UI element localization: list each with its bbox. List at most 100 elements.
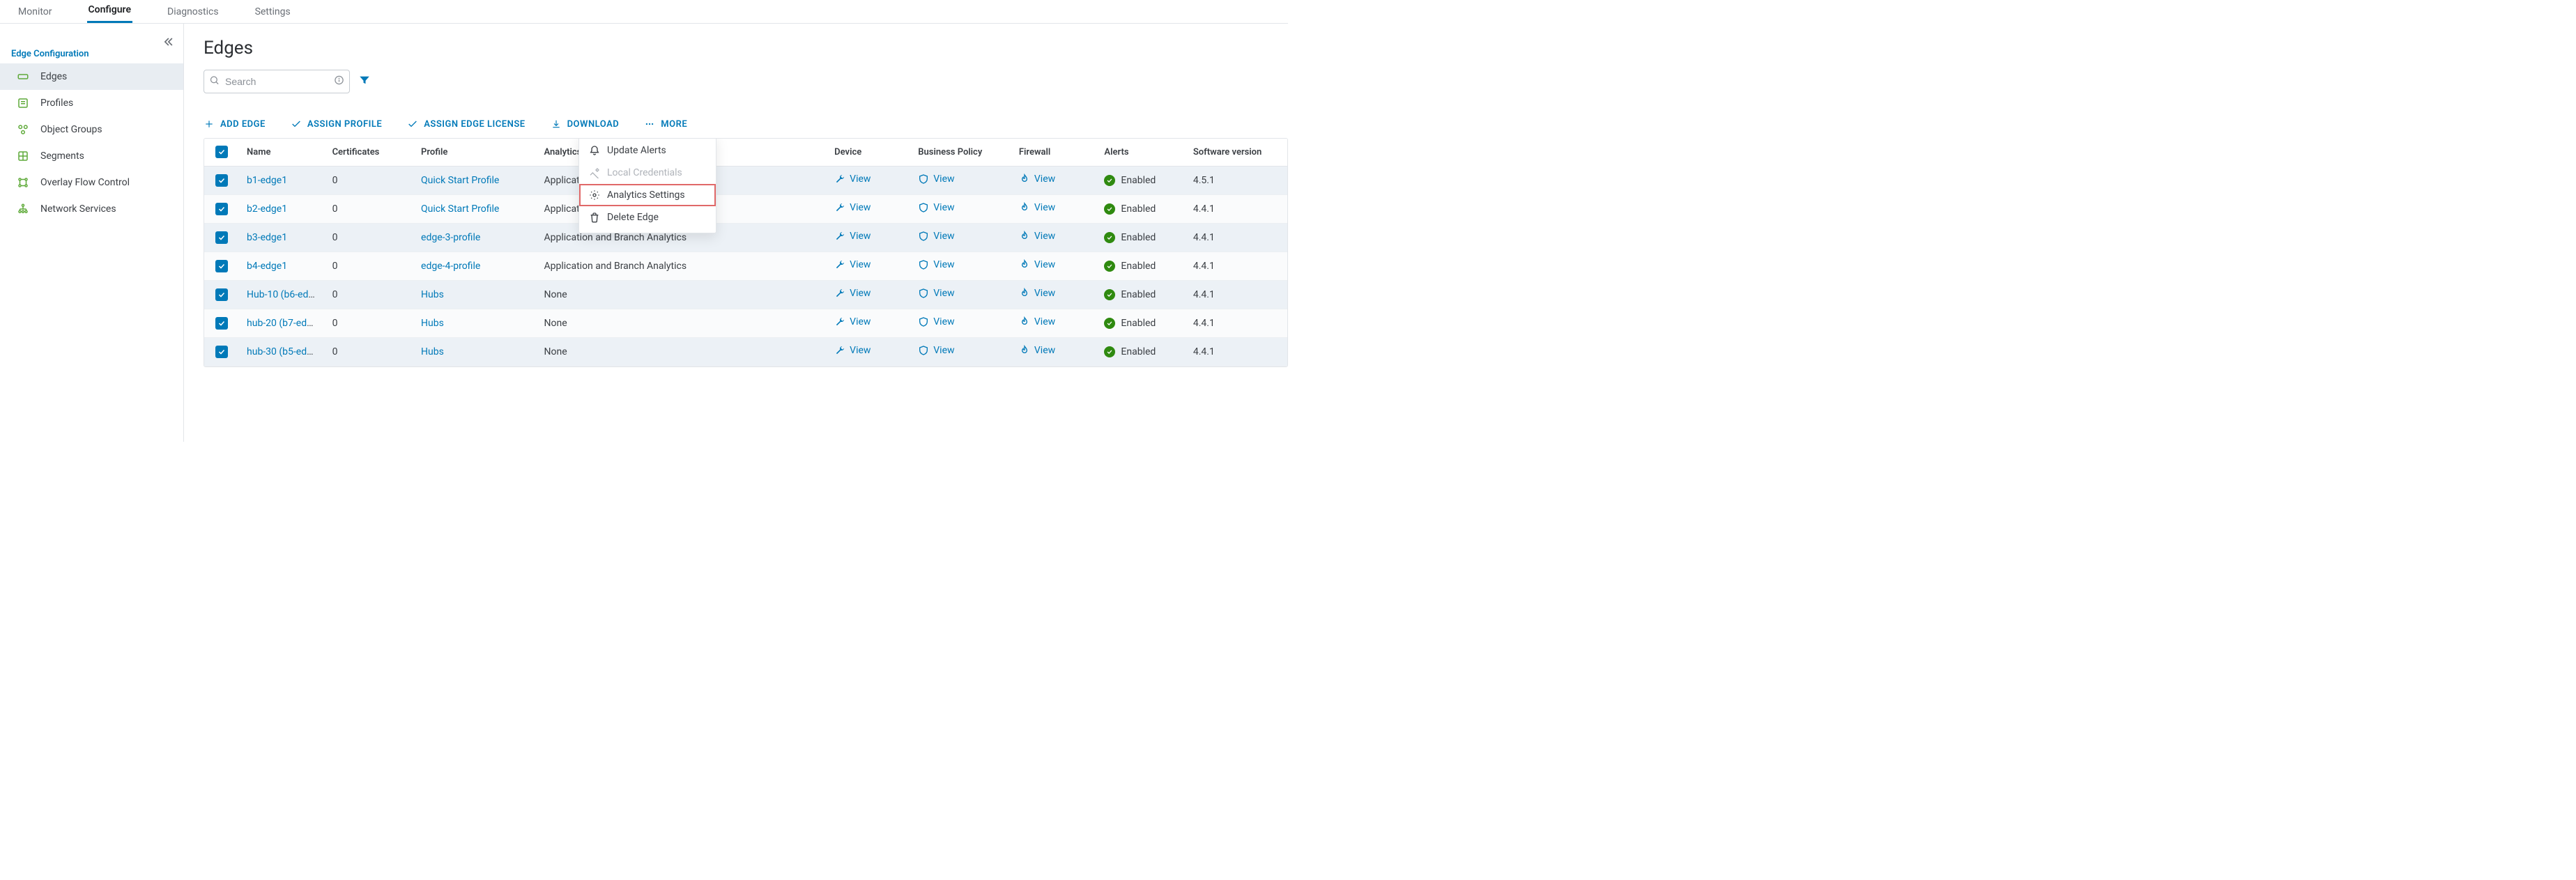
alerts-value: Enabled (1121, 232, 1156, 243)
sidebar-item-label: Profiles (40, 98, 73, 109)
sidebar-item-object-groups[interactable]: Object Groups (0, 116, 183, 143)
gear-icon (589, 190, 600, 201)
sidebar-item-overlay-flow-control[interactable]: Overlay Flow Control (0, 169, 183, 196)
sidebar-item-edges[interactable]: Edges (0, 63, 183, 90)
profile-link[interactable]: Hubs (421, 289, 444, 300)
device-view-link[interactable]: View (850, 345, 871, 356)
download-icon (551, 118, 562, 130)
checkbox-all[interactable] (215, 146, 228, 158)
swver-value: 4.4.1 (1185, 252, 1287, 281)
profile-link[interactable]: Hubs (421, 318, 444, 329)
profile-link[interactable]: Hubs (421, 346, 444, 357)
download-button[interactable]: Download (551, 118, 620, 130)
edge-name-link[interactable]: b1-edge1 (247, 175, 287, 186)
firewall-view-link[interactable]: View (1034, 345, 1055, 356)
cert-count: 0 (324, 309, 413, 338)
tab-monitor[interactable]: Monitor (17, 6, 54, 23)
device-view-link[interactable]: View (850, 259, 871, 270)
edge-name-link[interactable]: b4-edge1 (247, 261, 287, 272)
main-content: Edges (184, 24, 1288, 442)
add-edge-button[interactable]: Add Edge (204, 118, 266, 130)
cert-count: 0 (324, 281, 413, 309)
col-alerts[interactable]: Alerts (1096, 139, 1184, 167)
col-firewall[interactable]: Firewall (1011, 139, 1096, 167)
sidebar-item-label: Overlay Flow Control (40, 177, 130, 188)
table-row: b4-edge10edge-4-profileApplication and B… (204, 252, 1287, 281)
firewall-view-link[interactable]: View (1034, 231, 1055, 242)
device-view-link[interactable]: View (850, 316, 871, 327)
table-row: b1-edge10Quick Start ProfileApplication … (204, 167, 1287, 195)
cert-count: 0 (324, 338, 413, 366)
group-icon (17, 123, 29, 136)
device-view-link[interactable]: View (850, 173, 871, 185)
assign-profile-button[interactable]: Assign Profile (291, 118, 382, 130)
profile-link[interactable]: Quick Start Profile (421, 203, 499, 215)
profile-link[interactable]: edge-4-profile (421, 261, 480, 272)
policy-view-link[interactable]: View (933, 173, 954, 185)
collapse-sidebar-icon[interactable] (161, 35, 175, 52)
firewall-view-link[interactable]: View (1034, 316, 1055, 327)
status-icon (1104, 346, 1115, 357)
filter-icon[interactable] (358, 74, 371, 89)
check-icon (291, 118, 302, 130)
sidebar-item-network-services[interactable]: Network Services (0, 196, 183, 222)
row-checkbox[interactable] (215, 288, 228, 301)
firewall-view-link[interactable]: View (1034, 259, 1055, 270)
tab-diagnostics[interactable]: Diagnostics (166, 6, 220, 23)
analytics-value: None (535, 338, 826, 366)
wrench-icon (834, 259, 845, 270)
col-select[interactable] (204, 139, 238, 167)
bell-icon (589, 145, 600, 156)
policy-view-link[interactable]: View (933, 202, 954, 213)
info-icon[interactable] (334, 75, 344, 88)
col-name[interactable]: Name (238, 139, 324, 167)
menu-item-label: Delete Edge (607, 212, 659, 223)
policy-view-link[interactable]: View (933, 288, 954, 299)
firewall-view-link[interactable]: View (1034, 173, 1055, 185)
more-menu-item-update-alerts[interactable]: Update Alerts (579, 139, 716, 162)
sidebar-item-segments[interactable]: Segments (0, 143, 183, 169)
sidebar-item-profiles[interactable]: Profiles (0, 90, 183, 116)
more-button[interactable]: More (644, 118, 687, 130)
col-business-policy[interactable]: Business Policy (910, 139, 1011, 167)
row-checkbox[interactable] (215, 260, 228, 272)
alerts-value: Enabled (1121, 175, 1156, 186)
policy-view-link[interactable]: View (933, 259, 954, 270)
cert-count: 0 (324, 167, 413, 195)
profile-link[interactable]: edge-3-profile (421, 232, 480, 243)
policy-view-link[interactable]: View (933, 316, 954, 327)
device-view-link[interactable]: View (850, 231, 871, 242)
policy-view-link[interactable]: View (933, 345, 954, 356)
firewall-view-link[interactable]: View (1034, 202, 1055, 213)
swver-value: 4.4.1 (1185, 281, 1287, 309)
row-checkbox[interactable] (215, 231, 228, 244)
col-software-version[interactable]: Software version (1185, 139, 1287, 167)
row-checkbox[interactable] (215, 203, 228, 215)
search-input[interactable] (204, 70, 350, 93)
wrench-icon (834, 345, 845, 356)
edge-name-link[interactable]: Hub-10 (b6-edge1) (247, 289, 324, 300)
col-certificates[interactable]: Certificates (324, 139, 413, 167)
alerts-value: Enabled (1121, 346, 1156, 357)
edge-name-link[interactable]: hub-30 (b5-edge1) (247, 346, 324, 357)
profile-link[interactable]: Quick Start Profile (421, 175, 499, 186)
edge-name-link[interactable]: b3-edge1 (247, 232, 287, 243)
device-view-link[interactable]: View (850, 288, 871, 299)
assign-license-button[interactable]: Assign Edge License (407, 118, 525, 130)
edge-name-link[interactable]: b2-edge1 (247, 203, 287, 215)
row-checkbox[interactable] (215, 317, 228, 330)
wrench-icon (834, 316, 845, 327)
more-menu-item-analytics-settings[interactable]: Analytics Settings (579, 184, 716, 206)
more-menu-item-delete-edge[interactable]: Delete Edge (579, 206, 716, 229)
tab-configure[interactable]: Configure (87, 4, 132, 23)
device-view-link[interactable]: View (850, 202, 871, 213)
row-checkbox[interactable] (215, 346, 228, 358)
col-profile[interactable]: Profile (413, 139, 535, 167)
policy-view-link[interactable]: View (933, 231, 954, 242)
edge-name-link[interactable]: hub-20 (b7-edge1) (247, 318, 324, 329)
row-checkbox[interactable] (215, 174, 228, 187)
firewall-view-link[interactable]: View (1034, 288, 1055, 299)
plus-icon (204, 118, 215, 130)
col-device[interactable]: Device (826, 139, 910, 167)
tab-settings[interactable]: Settings (254, 6, 292, 23)
